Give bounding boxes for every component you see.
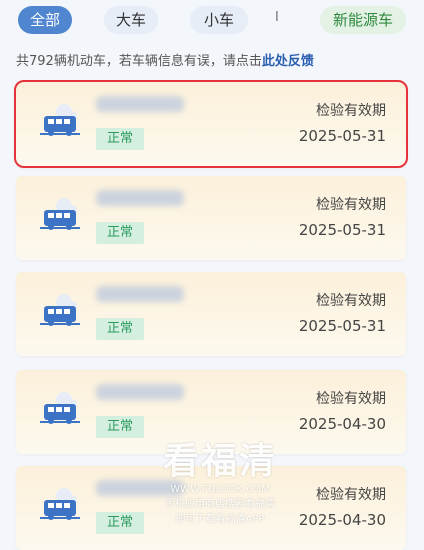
inspection-validity-label: 检验有效期 (316, 103, 386, 119)
inspection-validity-label: 检验有效期 (316, 487, 386, 503)
status-badge: 正常 (96, 318, 144, 340)
tab-small-vehicle[interactable]: 小车 (190, 6, 248, 34)
inspection-validity-label: 检验有效期 (316, 197, 386, 213)
license-plate-blurred (96, 384, 184, 400)
vehicle-card[interactable]: 正常 检验有效期 2025-05-31 (16, 176, 406, 260)
license-plate-blurred (96, 96, 184, 112)
bus-icon (40, 486, 82, 526)
inspection-validity-date: 2025-05-31 (298, 317, 386, 335)
bus-icon (40, 196, 82, 236)
tab-separator: I (275, 10, 279, 25)
license-plate-blurred (96, 190, 184, 206)
vehicle-card[interactable]: 正常 检验有效期 2025-04-30 (16, 466, 406, 550)
feedback-link[interactable]: 此处反馈 (262, 54, 314, 69)
status-badge: 正常 (96, 416, 144, 438)
status-badge: 正常 (96, 512, 144, 534)
tab-large-vehicle[interactable]: 大车 (104, 6, 158, 34)
bus-icon (40, 102, 82, 142)
inspection-validity-date: 2025-04-30 (298, 511, 386, 529)
inspection-validity-label: 检验有效期 (316, 293, 386, 309)
status-badge: 正常 (96, 128, 144, 150)
vehicle-card[interactable]: 正常 检验有效期 2025-04-30 (16, 370, 406, 454)
tab-all[interactable]: 全部 (18, 6, 72, 34)
vehicle-count-notice: 共792辆机动车，若车辆信息有误，请点击此处反馈 (16, 50, 314, 69)
tab-new-energy[interactable]: 新能源车 (320, 6, 406, 34)
inspection-validity-date: 2025-04-30 (298, 415, 386, 433)
vehicle-card[interactable]: 正常 检验有效期 2025-05-31 (16, 272, 406, 356)
license-plate-blurred (96, 480, 184, 496)
tab-bar: 全部 大车 小车 I 新能源车 (0, 0, 424, 40)
inspection-validity-date: 2025-05-31 (298, 127, 386, 145)
inspection-validity-label: 检验有效期 (316, 391, 386, 407)
inspection-validity-date: 2025-05-31 (298, 221, 386, 239)
bus-icon (40, 292, 82, 332)
bus-icon (40, 390, 82, 430)
license-plate-blurred (96, 286, 184, 302)
notice-text: 共792辆机动车，若车辆信息有误，请点击 (16, 54, 262, 69)
status-badge: 正常 (96, 222, 144, 244)
vehicle-card[interactable]: 正常 检验有效期 2025-05-31 (14, 80, 408, 168)
